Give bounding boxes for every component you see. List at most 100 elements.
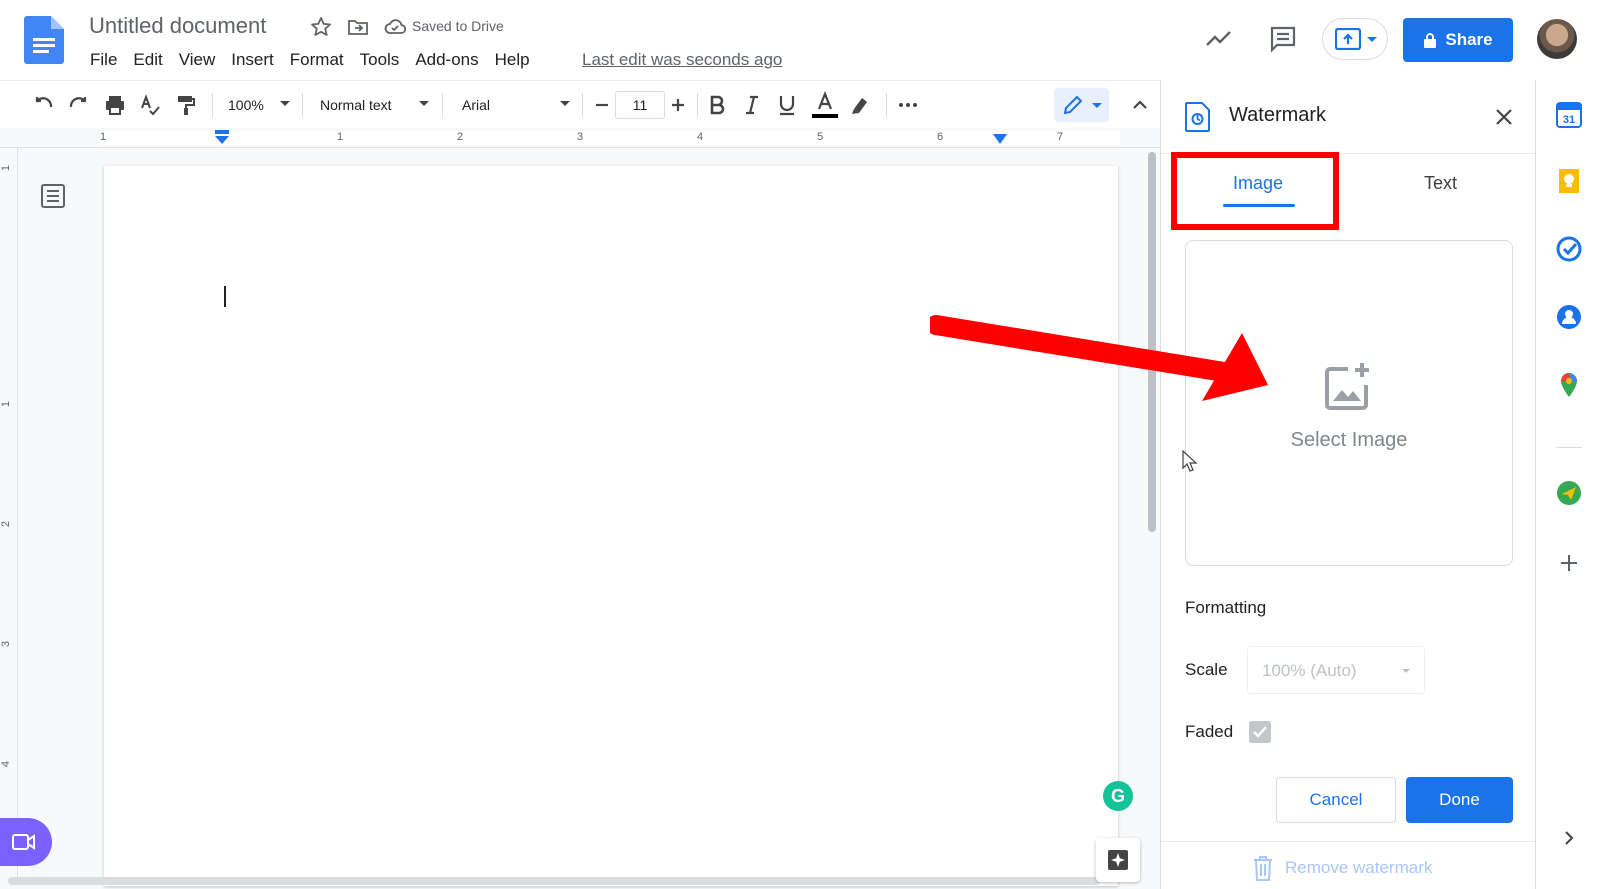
editing-mode-button[interactable] [1054,88,1109,122]
activity-trend-icon[interactable] [1204,24,1234,54]
menu-edit[interactable]: Edit [125,48,170,72]
more-icon[interactable] [896,93,920,117]
grammarly-icon[interactable]: G [1103,781,1133,811]
avatar[interactable] [1537,19,1577,59]
move-folder-icon[interactable] [346,15,370,39]
ruler-number: 4 [697,131,704,143]
scale-select[interactable]: 100% (Auto) [1247,646,1425,694]
last-edit-link[interactable]: Last edit was seconds ago [582,48,782,72]
paragraph-style-select[interactable]: Normal text [320,94,392,116]
share-button[interactable]: Share [1403,18,1513,62]
font-dropdown-icon[interactable] [560,101,570,106]
ruler-number: 1 [100,131,107,143]
bold-icon[interactable] [705,93,729,117]
text-cursor [224,286,226,307]
menu-help[interactable]: Help [487,48,538,72]
italic-icon[interactable] [740,93,764,117]
increase-font-size-icon[interactable] [666,93,690,117]
side-panel-strip: 31 [1535,80,1600,889]
menu-tools[interactable]: Tools [352,48,408,72]
spellcheck-icon[interactable] [138,93,162,117]
strip-divider [1556,447,1582,448]
horizontal-ruler[interactable]: 1 1 2 3 4 5 6 7 [0,128,1160,148]
faded-label: Faded [1185,722,1234,741]
done-button[interactable]: Done [1406,777,1513,823]
menu-file[interactable]: File [82,48,125,72]
menu-format[interactable]: Format [282,48,352,72]
cloud-saved-icon[interactable] [383,15,407,39]
ruler-number: 5 [817,131,824,143]
saved-status: Saved to Drive [412,18,504,34]
comment-icon[interactable] [1268,24,1298,54]
decrease-font-size-icon[interactable] [590,93,614,117]
editing-mode-icon [1063,95,1083,115]
vertical-ruler[interactable]: 1 1 2 3 4 [0,148,18,878]
menu-insert[interactable]: Insert [223,48,282,72]
menu-view[interactable]: View [171,48,224,72]
add-icon[interactable] [1556,550,1582,576]
ruler-number: 2 [457,131,464,143]
add-image-icon [1325,363,1369,410]
star-icon[interactable] [309,15,333,39]
svg-text:31: 31 [1563,114,1575,126]
faded-checkbox[interactable] [1249,721,1271,743]
watermark-panel: Watermark Image Text Select Image Format… [1160,80,1535,889]
highlight-icon[interactable] [848,93,872,117]
zoom-select[interactable]: 100% [228,94,264,116]
expand-icon[interactable] [1556,825,1582,851]
calendar-icon[interactable]: 31 [1556,102,1582,128]
tab-text[interactable]: Text [1424,173,1457,194]
share-label: Share [1445,30,1493,49]
contacts-icon[interactable] [1556,304,1582,330]
docs-logo-icon[interactable] [24,16,64,64]
document-title[interactable]: Untitled document [89,13,266,39]
right-indent-marker-icon[interactable] [993,134,1007,144]
annotation-arrow [930,315,1268,401]
scale-value: 100% (Auto) [1262,661,1357,680]
chevron-down-icon [1402,669,1410,673]
underline-icon[interactable] [775,93,799,117]
font-size-input[interactable]: 11 [615,91,665,119]
trash-icon [1254,856,1272,881]
checkmark-icon [1253,726,1267,738]
toolbar-divider [302,93,303,117]
redo-icon[interactable] [66,93,90,117]
document-outline-icon[interactable] [40,183,66,209]
print-icon[interactable] [103,93,127,117]
ruler-number: 4 [0,760,13,768]
paint-format-icon[interactable] [174,93,198,117]
chevron-down-icon [1367,37,1377,42]
formatting-heading: Formatting [1185,598,1267,617]
meet-button[interactable] [0,818,52,866]
toolbar-divider [442,93,443,117]
tasks-icon[interactable] [1556,236,1582,262]
ruler-number: 3 [577,131,584,143]
addon-icon[interactable] [1556,480,1582,506]
toolbar: 100% Normal text Arial 11 [0,80,1160,128]
text-color-icon[interactable] [810,90,840,120]
cancel-button[interactable]: Cancel [1276,777,1396,823]
style-dropdown-icon[interactable] [419,101,429,106]
present-button[interactable] [1322,18,1388,60]
collapse-icon[interactable] [1128,93,1152,117]
ruler-number: 6 [937,131,944,143]
menu-add-ons[interactable]: Add-ons [407,48,486,72]
watermark-addon-icon [1185,102,1210,132]
maps-icon[interactable] [1556,372,1582,398]
left-indent-marker-icon[interactable] [214,130,230,144]
toolbar-divider [212,93,213,117]
document-page[interactable] [104,166,1118,886]
keep-icon[interactable] [1556,168,1582,194]
panel-title: Watermark [1229,104,1327,126]
explore-button[interactable] [1096,838,1140,882]
font-select[interactable]: Arial [462,94,490,116]
horizontal-scrollbar[interactable] [8,877,1100,885]
ruler-number: 1 [337,131,344,143]
mouse-pointer-icon [1182,450,1198,472]
annotation-highlight-box [1171,152,1339,230]
undo-icon[interactable] [32,93,56,117]
zoom-dropdown-icon[interactable] [280,101,290,106]
ruler-number: 2 [0,520,13,528]
remove-watermark-button[interactable]: Remove watermark [1285,853,1432,883]
close-icon[interactable] [1493,106,1515,128]
